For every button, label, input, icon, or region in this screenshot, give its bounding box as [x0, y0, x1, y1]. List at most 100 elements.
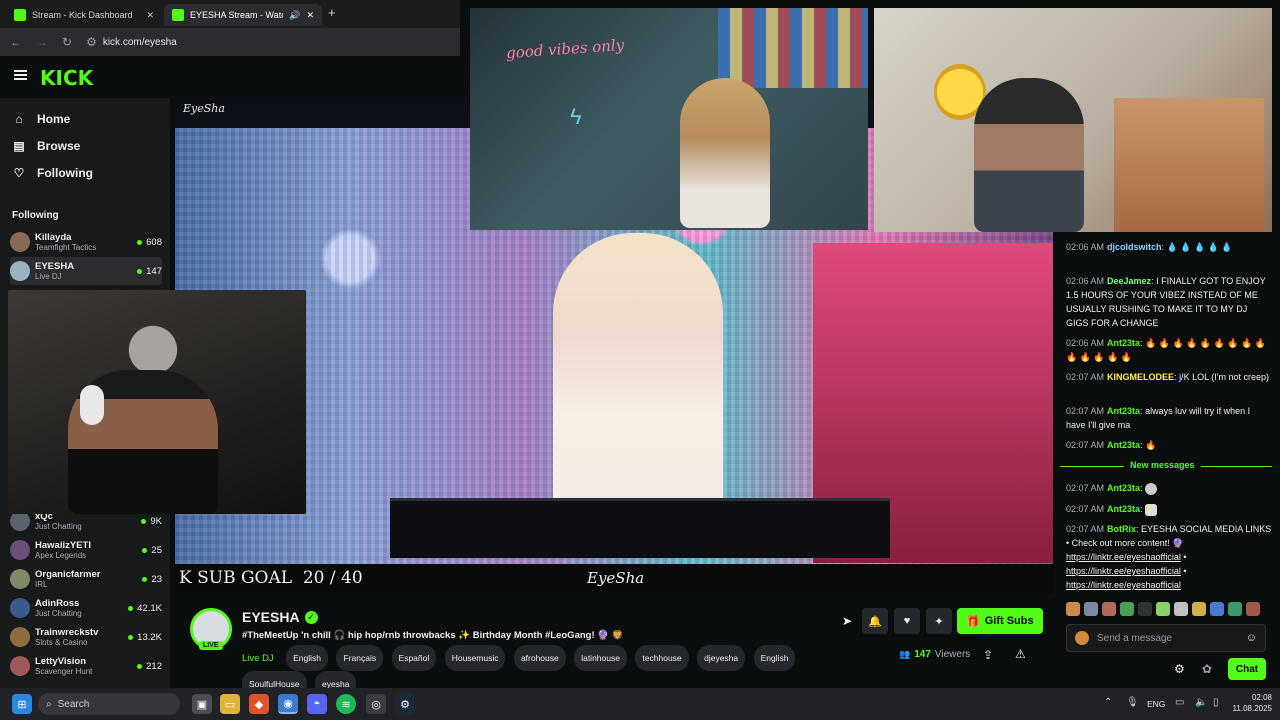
- obs-icon[interactable]: ◎: [366, 694, 386, 714]
- kick-favicon-icon: [172, 9, 184, 21]
- chat-message: 02:07 AM Ant23ta:: [1066, 502, 1272, 516]
- sidebar-item-following[interactable]: ♡ Following: [13, 166, 93, 180]
- discord-icon[interactable]: ◓: [307, 694, 327, 714]
- tag[interactable]: latinhouse: [574, 645, 627, 671]
- emote-icon[interactable]: [1156, 602, 1170, 616]
- notification-bell-button[interactable]: 🔔: [862, 608, 888, 634]
- channel-category: Live DJ: [35, 272, 62, 281]
- emote-icon[interactable]: [1174, 602, 1188, 616]
- site-settings-icon[interactable]: ⚙: [86, 35, 97, 49]
- emote-icon[interactable]: [1084, 602, 1098, 616]
- boost-button[interactable]: ✦: [926, 608, 952, 634]
- tag[interactable]: afrohouse: [513, 645, 566, 671]
- speaker-icon[interactable]: 🔊: [289, 10, 300, 21]
- live-dot-icon: [128, 634, 134, 640]
- microphone-icon[interactable]: 🎙: [1126, 697, 1139, 708]
- following-channel-organicfarmer[interactable]: Organicfarmer IRL 23: [10, 565, 162, 593]
- spotify-icon[interactable]: ≋: [336, 694, 356, 714]
- headphones-icon: [80, 385, 104, 425]
- chrome-icon[interactable]: ◉: [278, 694, 298, 714]
- following-channel-trainwreckstv[interactable]: Trainwreckstv Slots & Casino 13.2K: [10, 623, 162, 651]
- tag[interactable]: djeyesha: [697, 645, 746, 671]
- social-link[interactable]: https://linktr.ee/eyeshaofficial: [1066, 566, 1181, 576]
- tag[interactable]: English: [753, 645, 796, 671]
- tag[interactable]: techhouse: [635, 645, 689, 671]
- share-icon[interactable]: ⇪: [983, 648, 993, 662]
- emoji-picker-icon[interactable]: ☺: [1246, 632, 1257, 644]
- user-avatar-icon: [1075, 631, 1089, 645]
- chat-message: 02:07 AM BotRix: EYESHA SOCIAL MEDIA LINK…: [1066, 524, 1272, 548]
- avatar: [10, 261, 30, 281]
- browse-icon: ▤: [13, 139, 25, 153]
- following-channel-adinross[interactable]: AdinRoss Just Chatting 42.1K: [10, 594, 162, 622]
- viewer-count: 25: [142, 545, 162, 556]
- emote-bar: [1066, 602, 1266, 618]
- reload-icon[interactable]: ↻: [62, 35, 72, 49]
- sidebar-item-home[interactable]: ⌂ Home: [13, 112, 70, 126]
- chat-settings-icon[interactable]: ⚙: [1174, 662, 1185, 676]
- avatar: [10, 232, 30, 252]
- guest-person: [974, 78, 1084, 232]
- viewer-count-display: 👥 147 Viewers: [899, 649, 971, 660]
- taskbar-clock[interactable]: 02:08 11.08.2025: [1228, 692, 1272, 714]
- forward-icon[interactable]: →: [36, 35, 48, 49]
- tag[interactable]: Français: [336, 645, 384, 671]
- tag[interactable]: Español: [391, 645, 437, 671]
- emote-icon[interactable]: [1192, 602, 1206, 616]
- kick-logo[interactable]: KICK: [40, 66, 93, 90]
- emote-icon[interactable]: [1066, 602, 1080, 616]
- following-channel-eyesha[interactable]: EYESHA Live DJ 147: [10, 257, 162, 285]
- windows-start-icon[interactable]: ⊞: [12, 694, 32, 714]
- new-tab-button[interactable]: +: [328, 5, 336, 20]
- tag[interactable]: English: [286, 645, 329, 671]
- tab-title: Stream - Kick Dashboard: [32, 10, 133, 20]
- send-chat-button[interactable]: Chat: [1228, 658, 1266, 680]
- webcam-streamer: [8, 290, 306, 514]
- tray-overflow-icon[interactable]: ⌃: [1104, 697, 1112, 708]
- sidebar-item-browse[interactable]: ▤ Browse: [13, 139, 80, 153]
- taskbar-search[interactable]: ⌕ Search: [38, 693, 180, 715]
- volume-icon[interactable]: 🔈: [1195, 697, 1207, 708]
- stream-info-bar: LIVE EYESHA ✓ #TheMeetUp 'n chill 🎧 hip …: [175, 598, 1053, 697]
- report-icon[interactable]: ⚠: [1015, 647, 1026, 661]
- sparkle-icon: ✦: [934, 615, 944, 628]
- browser-tab-strip: Stream - Kick Dashboard ✕ EYESHA Stream …: [0, 0, 460, 28]
- gift-subs-button[interactable]: 🎁 Gift Subs: [957, 608, 1043, 634]
- tag[interactable]: Housemusic: [444, 645, 506, 671]
- emote-icon[interactable]: [1246, 602, 1260, 616]
- battery-icon[interactable]: ▯: [1213, 697, 1219, 708]
- chat-panel: 02:06 AM djcoldswitch: 💧 💧 💧 💧 💧 02:06 AM…: [1060, 232, 1272, 688]
- language-indicator[interactable]: ENG: [1147, 699, 1165, 709]
- steam-icon[interactable]: ⚙: [395, 694, 415, 714]
- viewer-count: 23: [142, 574, 162, 585]
- social-link[interactable]: https://linktr.ee/eyeshaofficial: [1066, 580, 1181, 590]
- follow-button[interactable]: ♥: [894, 608, 920, 634]
- channel-name[interactable]: EYESHA: [242, 609, 300, 625]
- file-explorer-icon[interactable]: ▭: [220, 694, 240, 714]
- chat-rules-icon[interactable]: ✿: [1202, 662, 1212, 676]
- following-channel-killayda[interactable]: Killayda Teamfight Tactics 608: [10, 228, 162, 256]
- tab-eyesha-stream[interactable]: EYESHA Stream - Watch Li 🔊 ✕: [164, 4, 322, 26]
- following-channel-hawaiizyeti[interactable]: HawaiizYETI Apex Legends 25: [10, 536, 162, 564]
- gift-icon: 🎁: [966, 615, 980, 628]
- social-link[interactable]: https://linktr.ee/eyeshaofficial: [1066, 552, 1181, 562]
- brave-browser-icon[interactable]: ◆: [249, 694, 269, 714]
- network-icon[interactable]: ▭: [1175, 697, 1184, 708]
- emote-icon[interactable]: [1102, 602, 1116, 616]
- emote-icon[interactable]: [1228, 602, 1242, 616]
- category-link[interactable]: Live DJ: [242, 653, 274, 664]
- url-field[interactable]: kick.com/eyesha: [103, 37, 177, 48]
- emote-icon[interactable]: [1120, 602, 1134, 616]
- emote-icon[interactable]: [1138, 602, 1152, 616]
- tab-kick-dashboard[interactable]: Stream - Kick Dashboard ✕: [6, 4, 162, 26]
- chat-input[interactable]: Send a message: [1097, 633, 1238, 644]
- close-icon[interactable]: ✕: [306, 10, 314, 21]
- channel-category: Apex Legends: [35, 551, 87, 560]
- following-channel-lettyvision[interactable]: LettyVision Scavenger Hunt 212: [10, 652, 162, 680]
- close-icon[interactable]: ✕: [146, 10, 154, 21]
- back-icon[interactable]: ←: [10, 35, 22, 49]
- emote-icon[interactable]: [1210, 602, 1224, 616]
- task-view-icon[interactable]: ▣: [192, 694, 212, 714]
- sub-goal-text: K SUB GOAL 20 / 40: [179, 568, 363, 588]
- menu-icon[interactable]: [14, 70, 27, 80]
